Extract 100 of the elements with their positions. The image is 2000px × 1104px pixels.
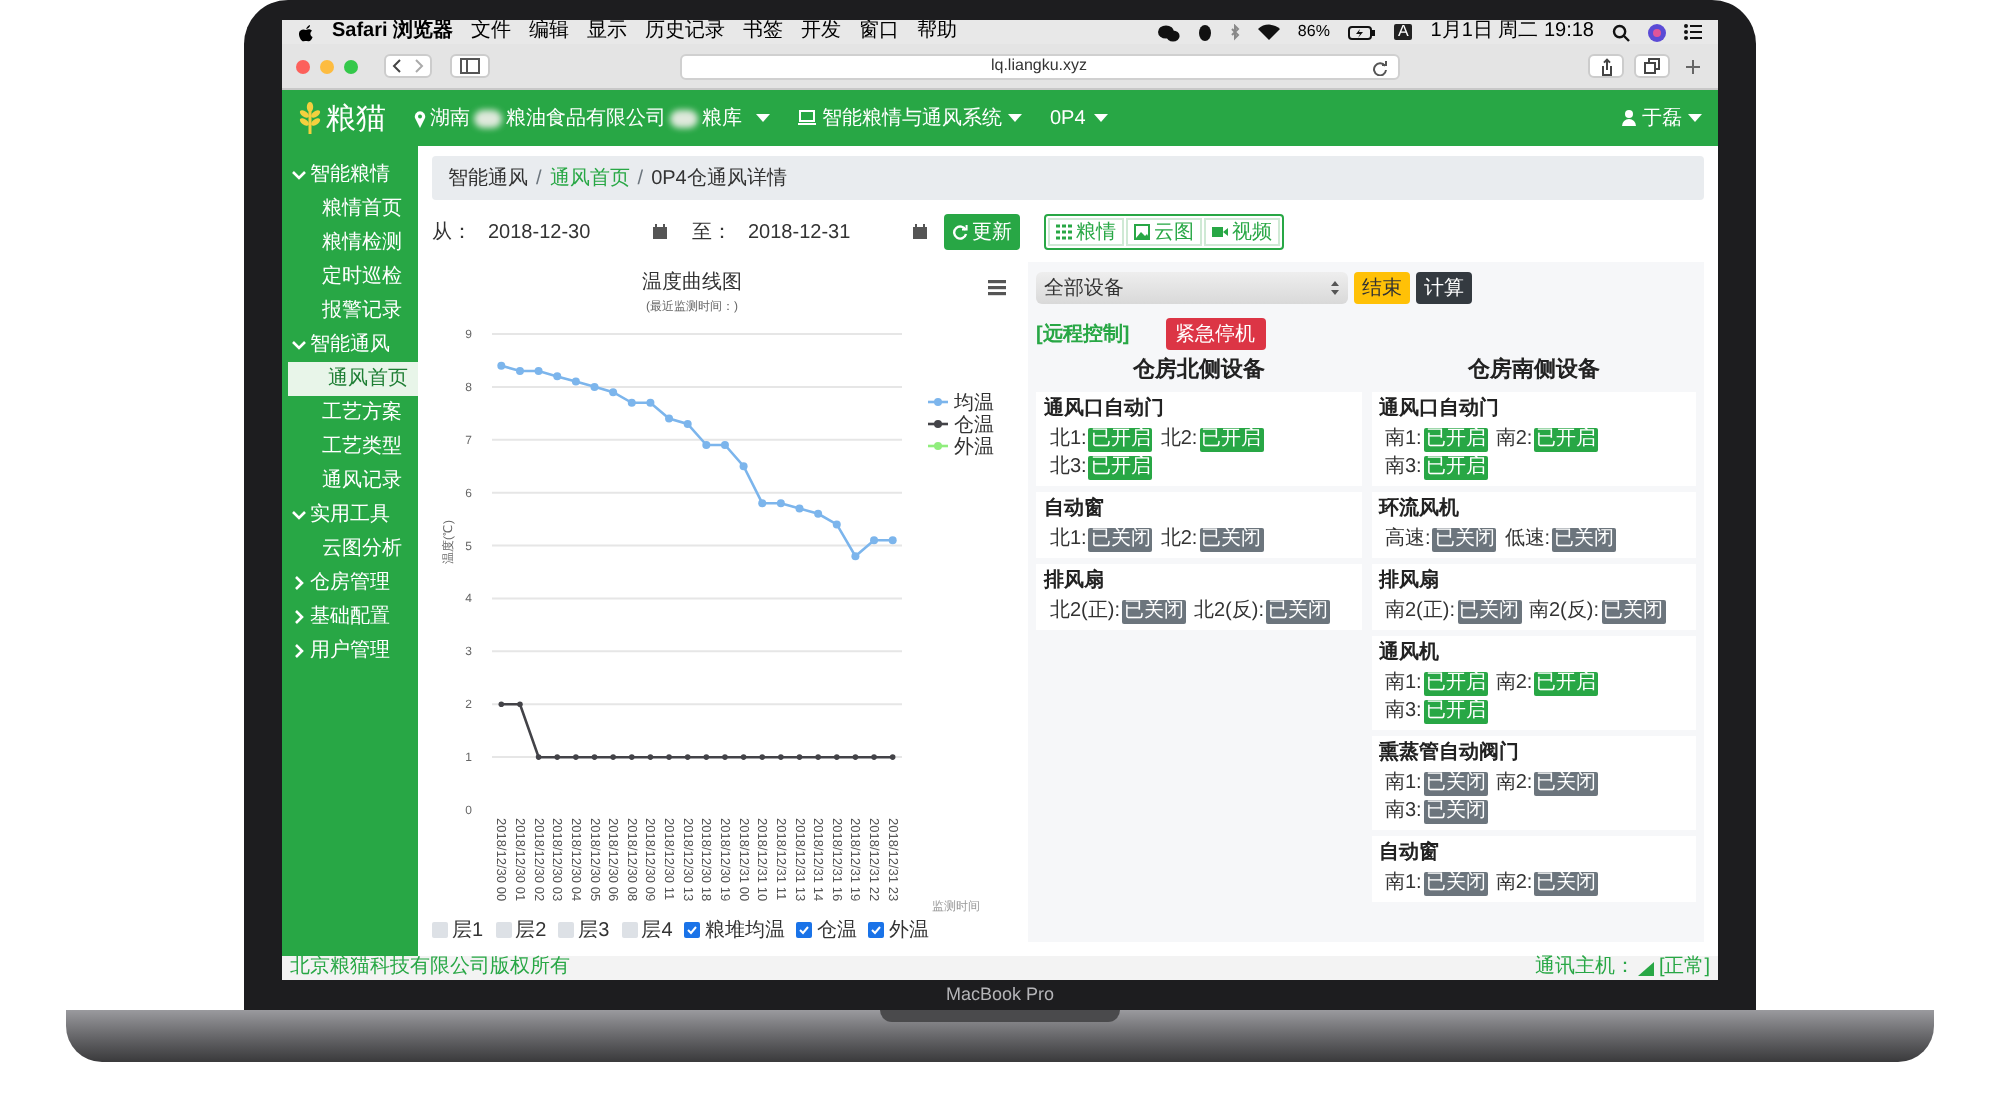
layer-checkbox[interactable]: 粮堆均温: [684, 915, 785, 945]
device-label: 南2:: [1495, 874, 1533, 894]
location-name: 粮油食品有限公司: [506, 105, 666, 133]
legend-item[interactable]: 外温: [928, 437, 994, 459]
copyright-text: 北京粮猫科技有限公司版权所有: [290, 958, 570, 978]
device-label: 北1:: [1050, 530, 1087, 550]
input-source[interactable]: A: [1393, 24, 1413, 40]
new-tab-button[interactable]: [1680, 54, 1704, 78]
status-badge: 已关闭: [1423, 800, 1488, 824]
legend-item[interactable]: 均温: [928, 393, 994, 415]
menu-item[interactable]: 开发: [801, 22, 842, 42]
sidebar-subitem[interactable]: 通风首页: [288, 362, 418, 396]
status-badge: 已关闭: [1534, 872, 1599, 896]
share-button[interactable]: [1588, 54, 1624, 78]
data-point: [610, 754, 616, 760]
battery-percent: 86%: [1297, 24, 1330, 40]
image-icon: [1134, 224, 1150, 240]
data-point: [666, 754, 672, 760]
wifi-icon: [1257, 24, 1280, 40]
data-point: [683, 419, 692, 428]
device-label: 北3:: [1050, 458, 1087, 478]
device-group-title: 环流风机: [1379, 498, 1461, 522]
calendar-icon: [912, 224, 928, 240]
date-label: 至：: [692, 219, 732, 247]
device-group-title: 自动窗: [1044, 498, 1106, 522]
layer-checkbox[interactable]: 层4: [621, 915, 673, 945]
video-camera-icon: [1212, 224, 1228, 240]
device-select[interactable]: 全部设备: [1036, 272, 1348, 304]
menu-icon[interactable]: [988, 280, 1006, 296]
data-point: [497, 361, 506, 370]
status-badge: 已关闭: [1601, 600, 1665, 624]
status-badge: 已关闭: [1423, 772, 1488, 796]
back-forward-buttons[interactable]: [384, 54, 432, 78]
chevron-down-icon: [292, 168, 306, 182]
menu-item[interactable]: 帮助: [917, 22, 958, 42]
data-point: [814, 509, 823, 518]
data-point: [628, 754, 635, 760]
caret-icon: [1008, 114, 1022, 122]
host-status: [正常]: [1658, 958, 1710, 978]
data-point: [665, 414, 674, 423]
apple-icon: [298, 23, 314, 41]
data-point: [517, 701, 523, 707]
data-point: [815, 754, 821, 760]
signal-icon: [1638, 961, 1655, 975]
status-badge: 已关闭: [1423, 872, 1488, 896]
bluetooth-icon: [1229, 23, 1240, 41]
data-point: [796, 754, 803, 760]
blurred-text: [474, 109, 502, 127]
menu-item[interactable]: 历史记录: [645, 22, 726, 42]
location-name: 粮库: [702, 105, 742, 133]
caret-icon: [1093, 114, 1108, 122]
calendar-icon: [652, 224, 668, 240]
map-pin-icon: [414, 109, 426, 127]
breadcrumb-item: 0P4仓通风详情: [651, 165, 787, 193]
menu-item[interactable]: 书签: [743, 22, 784, 42]
layer-checkbox[interactable]: 层3: [558, 915, 610, 945]
updown-icon: [1330, 280, 1340, 296]
legend-label: 外温: [954, 435, 994, 459]
date-label: 从：: [432, 219, 472, 247]
data-point: [498, 701, 505, 707]
layer-checkbox[interactable]: 仓温: [796, 915, 857, 945]
emergency-stop-button[interactable]: 紧急停机: [1165, 318, 1266, 350]
sidebar-toggle-button[interactable]: [450, 54, 490, 78]
device-label: 南2:: [1495, 674, 1533, 694]
data-point: [870, 536, 879, 545]
data-point: [758, 499, 767, 508]
status-badge: 已开启: [1534, 672, 1599, 696]
legend-item[interactable]: 仓温: [928, 415, 994, 437]
user-name: 于磊: [1642, 105, 1682, 133]
data-point: [702, 441, 711, 450]
share-icon: [1599, 57, 1613, 75]
address-bar[interactable]: lq.liangku.xyz: [679, 53, 1399, 79]
device-label: 南2(正):: [1385, 602, 1455, 622]
breadcrumb-separator: /: [637, 165, 644, 193]
host-label: 通讯主机：: [1534, 958, 1635, 978]
chevron-right-icon: [292, 610, 306, 624]
tabs-button[interactable]: [1634, 54, 1670, 78]
device-label: 高速:: [1385, 530, 1431, 550]
layer-checkbox[interactable]: 外温: [868, 915, 929, 945]
device-label: 北1:: [1050, 430, 1087, 450]
column-title: 仓房北侧设备: [1130, 355, 1267, 386]
tabs-icon: [1644, 58, 1660, 74]
end-button[interactable]: 结束: [1354, 272, 1410, 304]
device-label: 北2(正):: [1050, 602, 1120, 622]
chart-title: 温度曲线图: [642, 272, 742, 294]
layer-checkbox[interactable]: 层1: [432, 915, 484, 945]
layer-checkbox[interactable]: 层2: [495, 915, 547, 945]
device-label: 北2(反):: [1194, 602, 1264, 622]
chevron-right-icon: [292, 576, 306, 590]
calculate-button[interactable]: 计算: [1416, 272, 1472, 304]
data-point: [553, 372, 562, 381]
status-badge: 已关闭: [1534, 772, 1599, 796]
device-label: 南2:: [1495, 430, 1533, 450]
menu-item[interactable]: 编辑: [529, 22, 570, 42]
device-label: 南3:: [1385, 458, 1422, 478]
clock[interactable]: 1月1日 周二 19:18: [1430, 22, 1594, 42]
status-badge: 已关闭: [1266, 600, 1330, 624]
refresh-icon: [952, 224, 968, 240]
menu-item[interactable]: 显示: [587, 22, 628, 42]
data-point: [627, 398, 636, 407]
